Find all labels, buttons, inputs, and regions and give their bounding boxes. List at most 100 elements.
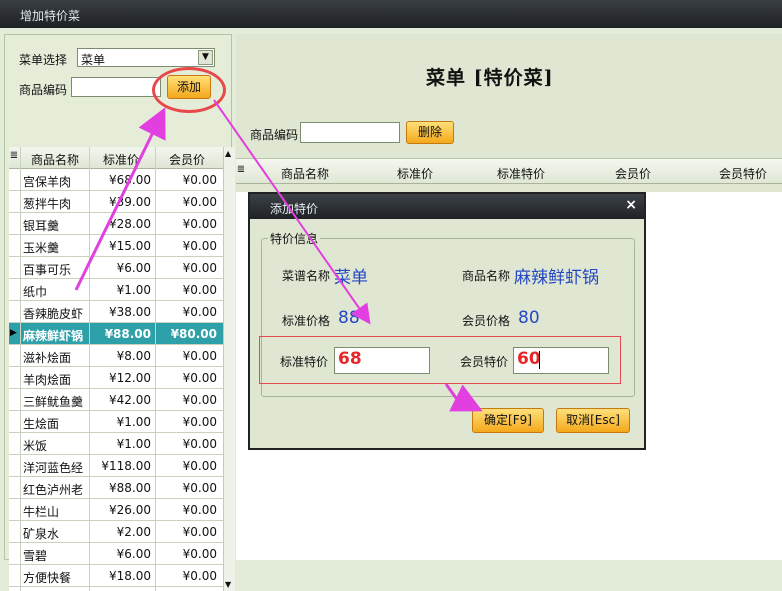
table-row[interactable]: 生烩面 ¥1.00 ¥0.00 (9, 411, 223, 433)
window-title: 增加特价菜 (20, 9, 81, 23)
table-row[interactable]: 银耳羹 ¥28.00 ¥0.00 (9, 213, 223, 235)
grid-col-std: 标准价 (102, 153, 139, 167)
std-special-input-value: 68 (338, 349, 362, 369)
special-col-std: 标准价 (396, 167, 433, 181)
close-icon[interactable]: × (625, 197, 637, 213)
table-row[interactable]: 羊肉烩面 ¥12.00 ¥0.00 (9, 367, 223, 389)
table-cell: ¥12.00 (109, 371, 151, 385)
table-row[interactable]: 宫保羊肉 ¥68.00 ¥0.00 (9, 169, 223, 191)
member-price-label: 会员价格 (462, 314, 511, 328)
table-cell: ¥38.00 (109, 305, 151, 319)
grid-header-icon: ≣ (9, 150, 19, 161)
table-cell: ¥0.00 (182, 195, 217, 209)
menu-name-label: 菜谱名称 (282, 269, 331, 283)
table-cell: ¥0.00 (182, 459, 217, 473)
table-cell: ¥39.00 (109, 195, 151, 209)
table-cell: ¥0.00 (182, 415, 217, 429)
table-cell: ¥0.00 (182, 349, 217, 363)
grid-scrollbar[interactable]: ▲ ▼ (223, 147, 235, 591)
grid-col-name: 商品名称 (30, 153, 79, 167)
std-price-label: 标准价格 (282, 314, 331, 328)
scroll-down-icon[interactable]: ▼ (225, 580, 231, 589)
right-code-input[interactable] (300, 122, 400, 143)
table-cell: ¥0.00 (182, 393, 217, 407)
table-cell: 滋补烩面 (23, 351, 72, 365)
table-cell: ¥68.00 (109, 173, 151, 187)
member-special-input[interactable]: 60 (513, 347, 609, 374)
left-panel: 菜单选择 菜单 ▼ 商品编码 添加 ≣ 商品名称 标准价 会员价 宫保羊肉 ¥68… (4, 34, 235, 591)
table-row[interactable]: 方便快餐 ¥18.00 ¥0.00 (9, 565, 223, 587)
table-row[interactable]: 纸巾 ¥1.00 ¥0.00 (9, 279, 223, 301)
window-titlebar: 增加特价菜 (0, 0, 782, 28)
table-cell: 纸巾 (23, 285, 48, 299)
menu-select-label: 菜单选择 (19, 53, 68, 67)
chevron-down-icon[interactable]: ▼ (198, 50, 213, 65)
member-special-label: 会员特价 (460, 355, 509, 369)
confirm-button[interactable]: 确定[F9] (472, 408, 544, 433)
menu-name-value: 菜单 (334, 268, 368, 288)
table-cell: ¥42.00 (109, 393, 151, 407)
std-special-input[interactable]: 68 (334, 347, 430, 374)
std-price-value: 88 (338, 308, 360, 328)
table-row[interactable]: 雪碧 ¥6.00 ¥0.00 (9, 543, 223, 565)
table-cell: ¥0.00 (182, 283, 217, 297)
table-cell: 生烩面 (23, 417, 60, 431)
table-row[interactable]: 红色泸州老 ¥88.00 ¥0.00 (9, 477, 223, 499)
special-col-std-special: 标准特价 (496, 167, 545, 181)
dialog-titlebar: 添加特价 × (250, 194, 644, 219)
table-row[interactable]: 香辣脆皮虾 ¥38.00 ¥0.00 (9, 301, 223, 323)
table-cell: ¥0.00 (182, 481, 217, 495)
table-row[interactable]: 牛栏山 ¥26.00 ¥0.00 (9, 499, 223, 521)
group-label: 特价信息 (268, 230, 321, 247)
table-row[interactable]: 滋补烩面 ¥8.00 ¥0.00 (9, 345, 223, 367)
table-cell: 雪碧 (23, 549, 48, 563)
table-cell: ¥0.00 (182, 239, 217, 253)
table-cell: ¥1.00 (116, 437, 151, 451)
table-cell: ¥1.00 (116, 415, 151, 429)
table-cell: ¥26.00 (109, 503, 151, 517)
text-caret (539, 351, 540, 369)
table-cell: ¥1.00 (116, 283, 151, 297)
table-cell: ¥80.00 (170, 327, 217, 341)
member-special-input-value: 60 (517, 349, 541, 369)
std-special-label: 标准特价 (280, 355, 329, 369)
table-row[interactable]: 葱拌牛肉 ¥39.00 ¥0.00 (9, 191, 223, 213)
menu-select[interactable]: 菜单 ▼ (77, 48, 215, 67)
table-cell: ¥18.00 (109, 569, 151, 583)
scroll-up-icon[interactable]: ▲ (225, 149, 231, 158)
table-cell: ¥0.00 (182, 371, 217, 385)
table-cell: ¥6.00 (116, 261, 151, 275)
table-cell: ¥0.00 (182, 503, 217, 517)
table-cell: 银耳羹 (23, 219, 60, 233)
table-row[interactable]: 三鲜鱿鱼羹 ¥42.00 ¥0.00 (9, 389, 223, 411)
highlight-circle (152, 67, 226, 113)
add-special-dialog: 添加特价 × 特价信息 菜谱名称 菜单 商品名称 麻辣鲜虾锅 标准价格 88 会… (248, 192, 646, 450)
table-row[interactable]: 玉米羹 ¥15.00 ¥0.00 (9, 235, 223, 257)
table-cell: 羊肉烩面 (23, 373, 72, 387)
cancel-button[interactable]: 取消[Esc] (556, 408, 630, 433)
special-col-name: 商品名称 (280, 167, 329, 181)
product-name-value: 麻辣鲜虾锅 (514, 268, 599, 288)
table-row[interactable]: 矿泉水 ¥2.00 ¥0.00 (9, 521, 223, 543)
table-cell: ¥0.00 (182, 305, 217, 319)
table-cell: 百事可乐 (23, 263, 72, 277)
special-grid-header-icon: ≣ (236, 164, 246, 175)
table-cell: 洋河蓝色经 (23, 461, 84, 475)
table-row[interactable]: 百事可乐 ¥6.00 ¥0.00 (9, 257, 223, 279)
table-cell: 米饭 (23, 439, 48, 453)
table-cell: 红色泸州老 (23, 483, 84, 497)
table-cell: 宫保羊肉 (23, 175, 72, 189)
table-cell: ¥0.00 (182, 569, 217, 583)
table-cell: ¥118.00 (101, 459, 151, 473)
table-row[interactable]: ▶ 麻辣鲜虾锅 ¥88.00 ¥80.00 (9, 323, 223, 345)
table-row[interactable]: 米饭 ¥1.00 ¥0.00 (9, 433, 223, 455)
table-row[interactable]: 洋河蓝色经 ¥118.00 ¥0.00 (9, 455, 223, 477)
table-cell: ¥2.00 (116, 525, 151, 539)
dialog-title: 添加特价 (270, 202, 319, 216)
menu-select-value: 菜单 (81, 53, 106, 67)
delete-button[interactable]: 删除 (406, 121, 454, 144)
table-cell: 玉米羹 (23, 241, 60, 255)
code-input[interactable] (71, 77, 161, 97)
table-cell: ¥6.00 (116, 547, 151, 561)
grid-col-member: 会员价 (168, 153, 205, 167)
